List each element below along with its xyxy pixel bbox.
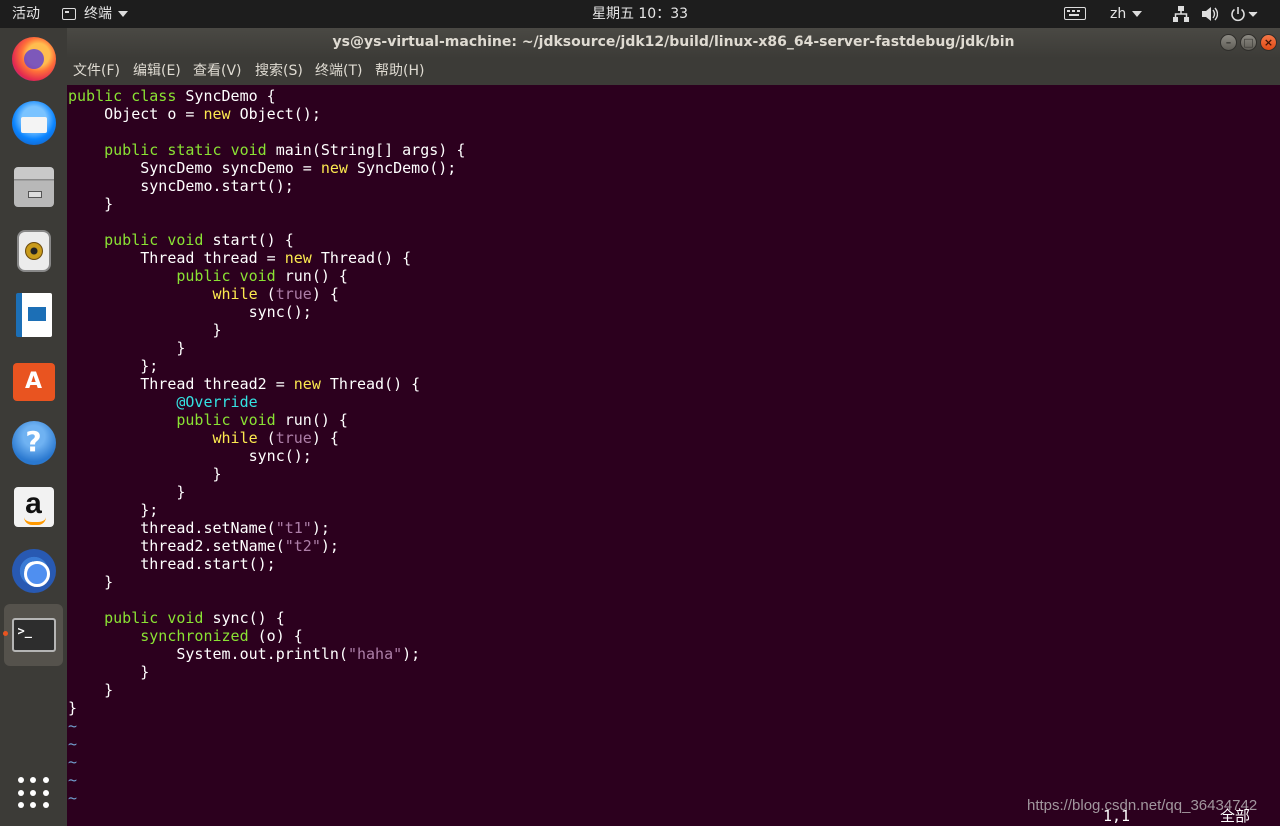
code-line: System.out.println("haha"); [68,645,421,663]
menu-bar: 文件(F) 编辑(E) 查看(V) 搜索(S) 终端(T) 帮助(H) [67,58,1280,85]
code-line: } [68,699,78,717]
empty-line-marker: ~ [68,753,78,771]
code-line: } [68,663,150,681]
code-line: SyncDemo syncDemo = new SyncDemo(); [68,159,457,177]
code-line: public void sync() { [104,609,285,627]
code-line: public void start() { [104,231,294,249]
empty-line-marker: ~ [68,789,78,807]
chevron-down-icon [118,11,128,17]
close-button[interactable]: × [1260,34,1277,51]
menu-view[interactable]: 查看(V) [193,58,242,85]
code-line: Thread thread = new Thread() { [68,249,412,267]
code-line: Thread thread2 = new Thread() { [68,375,421,393]
terminal-small-icon [62,8,76,20]
input-language-label: zh [1110,6,1127,22]
menu-edit[interactable]: 编辑(E) [133,58,181,85]
code-line: public void run() { [176,267,348,285]
code-line: }; [68,501,159,519]
clock[interactable]: 星期五 10：33 [592,6,688,22]
dock-rhythmbox[interactable] [4,222,63,280]
menu-terminal[interactable]: 终端(T) [315,58,362,85]
firefox-icon [11,37,56,81]
scroll-status: 全部 [1220,807,1251,825]
app-menu-button[interactable]: 终端 [62,0,128,28]
code-line: thread.setName("t1"); [68,519,330,537]
code-line: synchronized (o) { [140,627,303,645]
chevron-down-icon [1132,11,1143,17]
volume-icon[interactable] [1200,0,1219,28]
vim-editor[interactable]: public class SyncDemo { Object o = new O… [67,86,1280,826]
code-line: }; [68,357,159,375]
dock [0,28,67,826]
code-line: public class SyncDemo { [68,87,276,105]
code-line: public static void main(String[] args) { [104,141,466,159]
code-line: while (true) { [212,285,339,303]
code-line: sync(); [68,303,312,321]
keyboard-icon[interactable] [1064,7,1086,20]
code-line: } [68,321,222,339]
chromium-icon [11,549,56,593]
window-titlebar[interactable]: ys@ys-virtual-machine: ~/jdksource/jdk12… [67,28,1280,58]
top-bar: 活动 终端 星期五 10：33 zh [0,0,1280,28]
dock-software[interactable] [4,350,63,408]
dock-chromium[interactable] [4,542,63,600]
terminal-window: ys@ys-virtual-machine: ~/jdksource/jdk12… [67,28,1280,826]
code-line: } [68,465,222,483]
dock-files[interactable] [4,158,63,216]
input-language-menu[interactable]: zh [1110,0,1143,28]
empty-line-marker: ~ [68,717,78,735]
window-title: ys@ys-virtual-machine: ~/jdksource/jdk12… [332,34,1015,50]
help-icon [11,421,56,465]
empty-line-marker: ~ [68,735,78,753]
dock-amazon[interactable] [4,478,63,536]
terminal-icon [11,618,56,652]
thunderbird-icon [11,101,56,145]
amazon-icon [13,487,54,527]
app-grid-icon [17,777,50,809]
code-line: sync(); [68,447,312,465]
cursor-position: 1,1 [1103,807,1131,825]
writer-icon [15,293,52,337]
code-line: public void run() { [176,411,348,429]
rhythmbox-icon [16,230,51,272]
show-applications-button[interactable] [4,764,63,822]
code-line: } [68,339,186,357]
software-store-icon [12,363,55,401]
app-menu-label: 终端 [84,6,112,22]
files-icon [13,167,54,207]
dock-terminal[interactable] [4,604,63,666]
code-line: thread2.setName("t2"); [68,537,339,555]
empty-line-marker: ~ [68,771,78,789]
dock-thunderbird[interactable] [4,94,63,152]
code-line: Object o = new Object(); [68,105,321,123]
code-line: } [68,681,114,699]
menu-help[interactable]: 帮助(H) [375,58,424,85]
menu-search[interactable]: 搜索(S) [255,58,303,85]
code-line: } [68,483,186,501]
network-icon[interactable] [1172,0,1190,28]
activities-button[interactable]: 活动 [12,0,40,28]
minimize-button[interactable]: – [1220,34,1237,51]
code-line: @Override [176,393,258,411]
code-line: } [68,573,114,591]
dock-help[interactable] [4,414,63,472]
maximize-button[interactable]: □ [1240,34,1257,51]
code-line: while (true) { [212,429,339,447]
power-icon[interactable] [1230,0,1258,28]
running-indicator [3,631,8,636]
dock-firefox[interactable] [4,30,63,88]
code-line: syncDemo.start(); [68,177,294,195]
code-line: } [68,195,114,213]
code-line: thread.start(); [68,555,276,573]
dock-libreoffice-writer[interactable] [4,286,63,344]
menu-file[interactable]: 文件(F) [73,58,120,85]
